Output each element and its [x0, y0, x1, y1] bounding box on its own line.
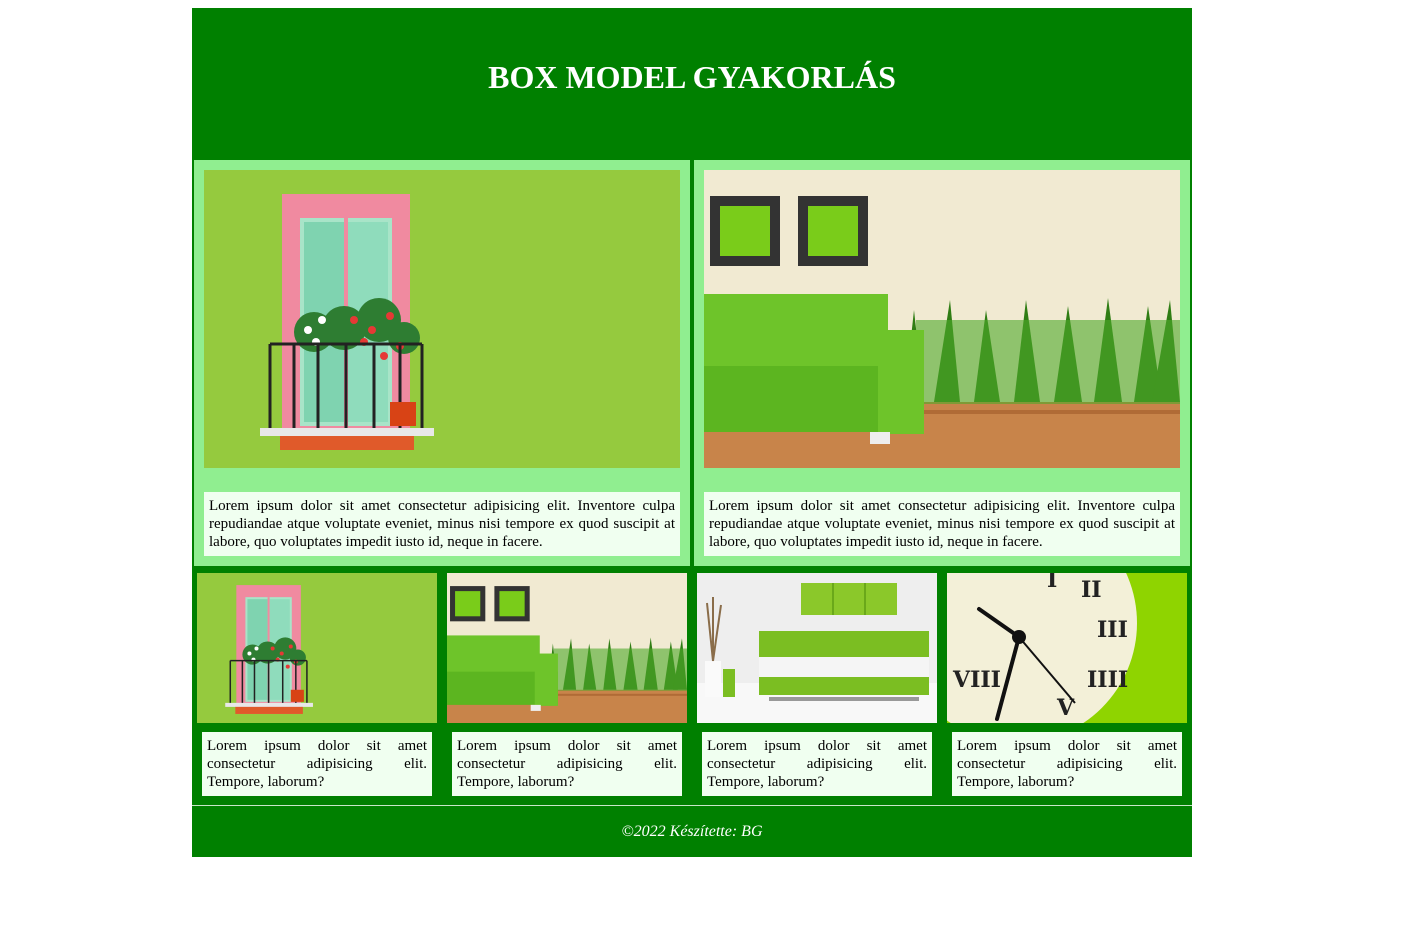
clock-thumbnail: [947, 573, 1187, 723]
featured-text-1: Lorem ipsum dolor sit amet consectetur a…: [204, 492, 680, 556]
sofa-thumbnail: [447, 573, 687, 723]
featured-card-2: Lorem ipsum dolor sit amet consectetur a…: [694, 160, 1190, 566]
card-text-3: Lorem ipsum dolor sit amet consectetur a…: [702, 732, 932, 796]
footer-divider: [192, 805, 1192, 806]
page-title: BOX MODEL GYAKORLÁS: [488, 59, 896, 95]
page-container: BOX MODEL GYAKORLÁS Lorem ipsum dolor si…: [192, 8, 1192, 857]
sofa-image: [704, 170, 1180, 468]
page-header: BOX MODEL GYAKORLÁS: [192, 8, 1192, 160]
featured-card-1: Lorem ipsum dolor sit amet consectetur a…: [194, 160, 690, 566]
card-text-2: Lorem ipsum dolor sit amet consectetur a…: [452, 732, 682, 796]
room-thumbnail: [697, 573, 937, 723]
balcony-thumbnail: [197, 573, 437, 723]
featured-text-2: Lorem ipsum dolor sit amet consectetur a…: [704, 492, 1180, 556]
card-text-1: Lorem ipsum dolor sit amet consectetur a…: [202, 732, 432, 796]
card-text-4: Lorem ipsum dolor sit amet consectetur a…: [952, 732, 1182, 796]
balcony-image: [204, 170, 680, 468]
page-footer: ©2022 Készítette: BG: [621, 823, 763, 840]
